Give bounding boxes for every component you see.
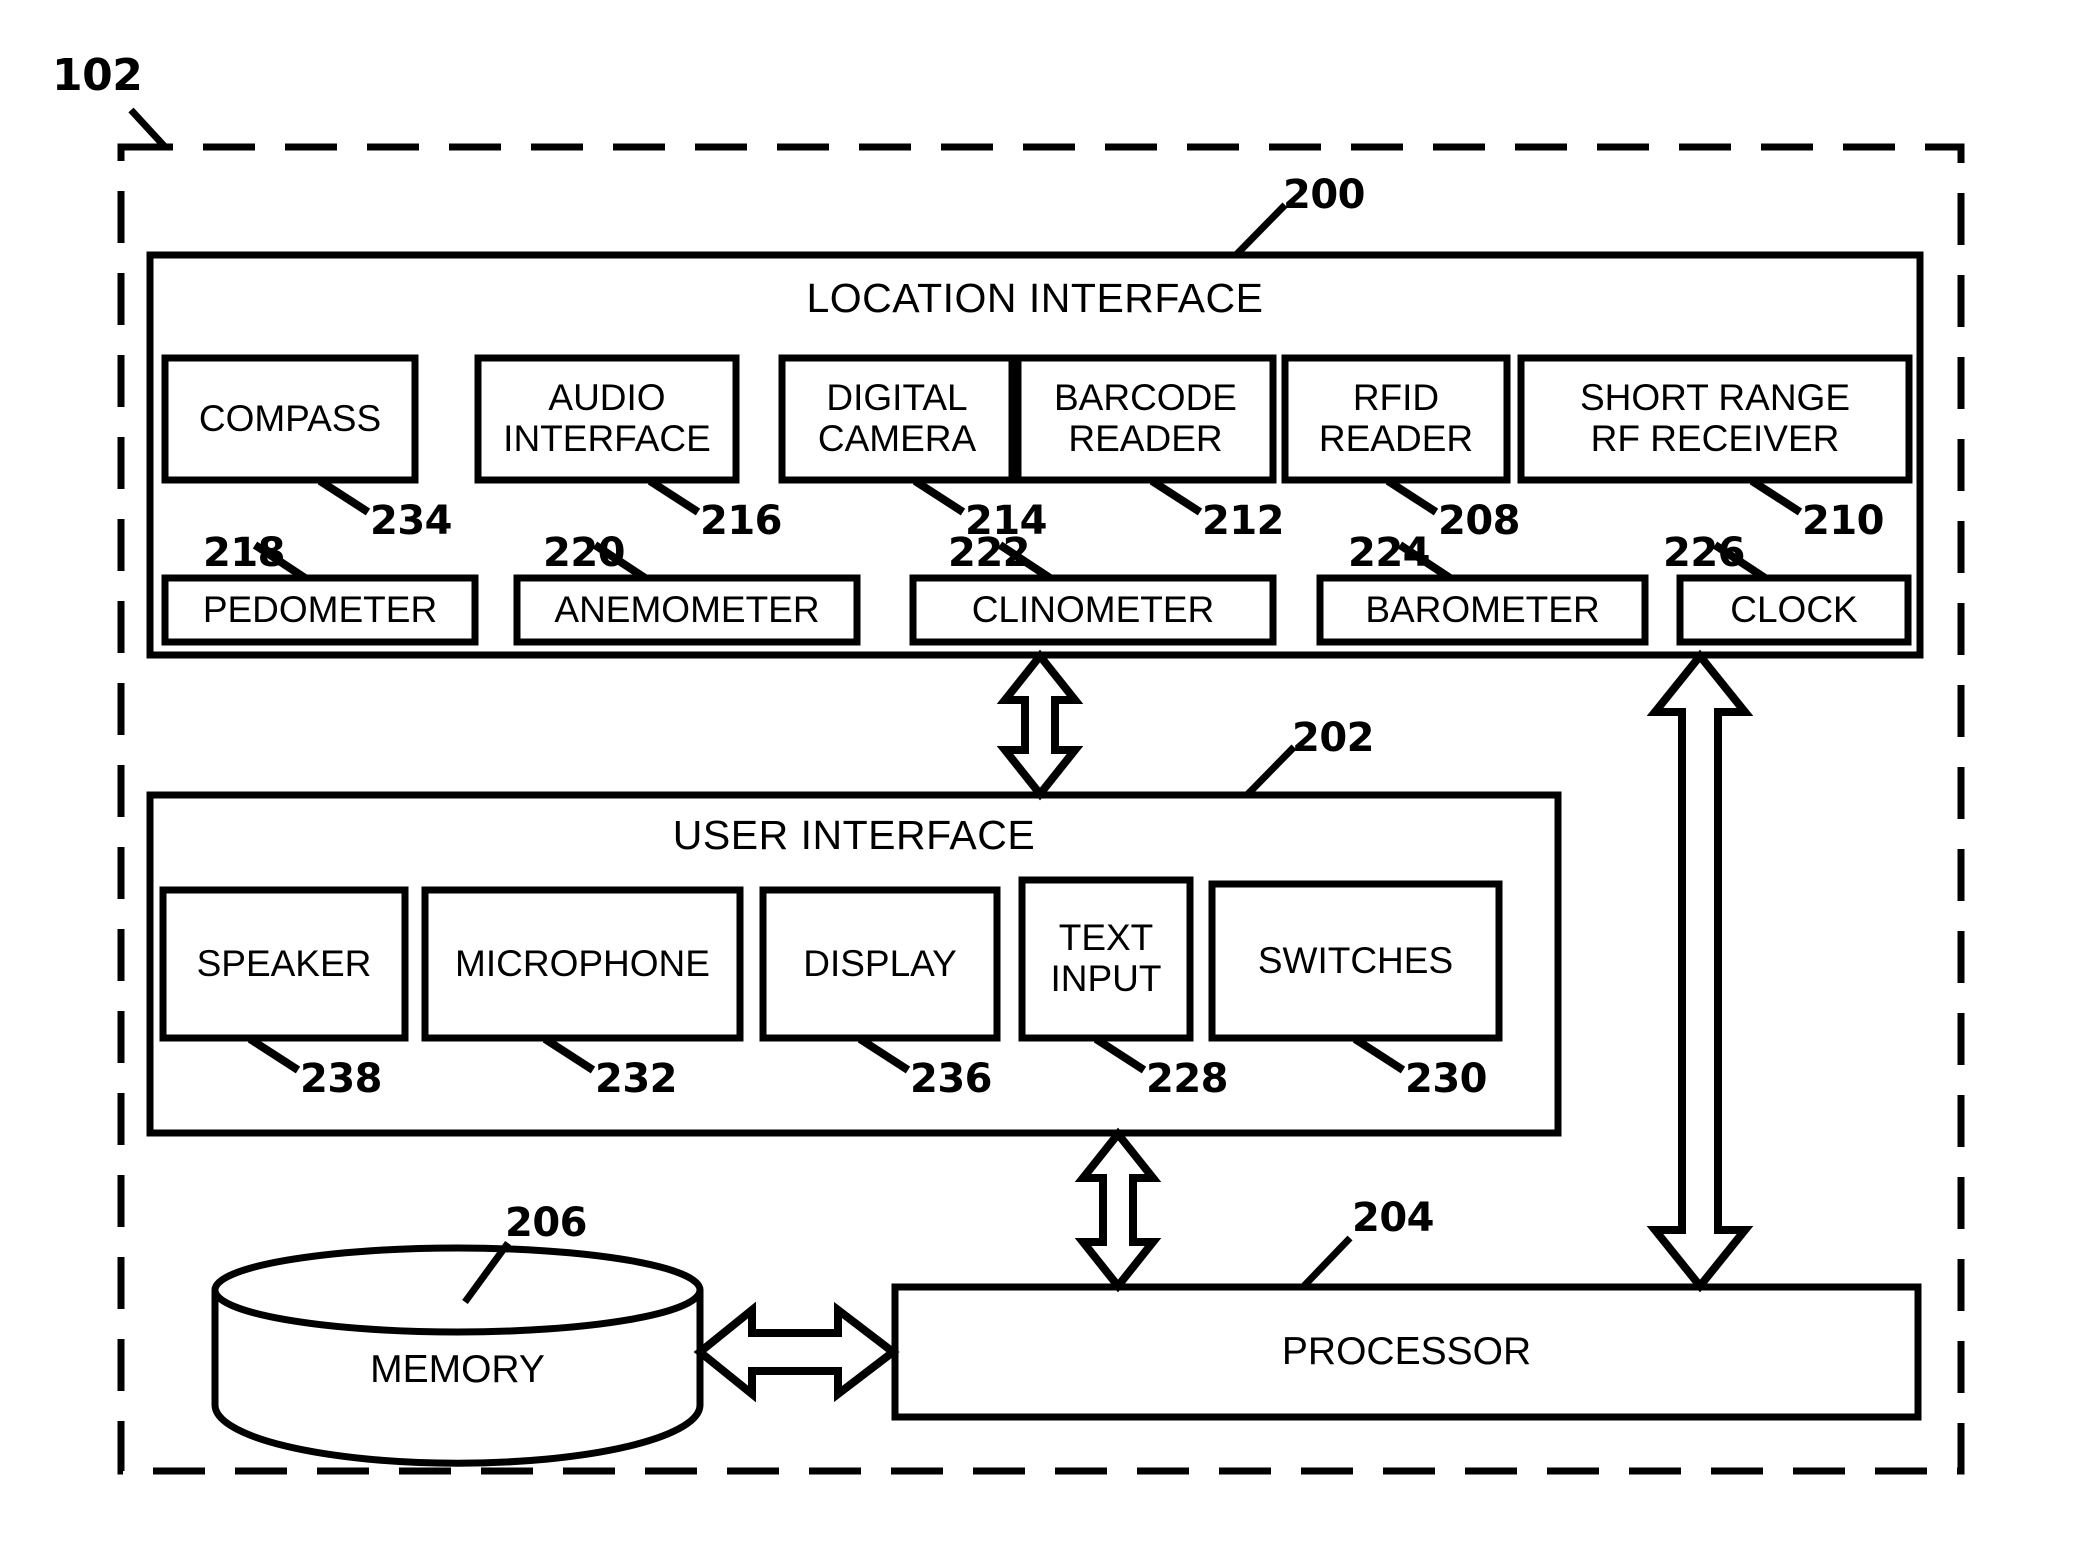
ref-102: 102	[52, 50, 143, 101]
label-compass: COMPASS	[198, 397, 382, 439]
leader-232	[542, 1035, 596, 1074]
ref-204: 204	[1352, 1195, 1435, 1241]
ref-212: 212	[1202, 498, 1285, 544]
ref-216: 216	[700, 498, 783, 544]
label-text-input: TEXT INPUT	[1050, 917, 1162, 999]
leader-204	[1299, 1235, 1353, 1291]
ref-206: 206	[505, 1200, 588, 1246]
ref-238: 238	[300, 1056, 383, 1102]
ref-226: 226	[1663, 530, 1746, 576]
label-barcode-reader: BARCODE READER	[1054, 377, 1237, 459]
leader-228	[1093, 1035, 1147, 1074]
ref-200: 200	[1283, 172, 1366, 218]
ref-224: 224	[1348, 530, 1431, 576]
label-audio-interface: AUDIO INTERFACE	[503, 377, 711, 459]
arrow-location-to-processor	[1646, 649, 1754, 1293]
leader-230	[1352, 1035, 1406, 1074]
label-short-range-rf-receiver: SHORT RANGE RF RECEIVER	[1579, 377, 1851, 459]
leader-234	[317, 477, 371, 516]
ref-222: 222	[948, 530, 1031, 576]
label-digital-camera: DIGITAL CAMERA	[817, 377, 977, 459]
user-interface-title: USER INTERFACE	[672, 812, 1036, 858]
label-clinometer: CLINOMETER	[971, 588, 1215, 630]
leader-236	[857, 1035, 911, 1074]
label-microphone: MICROPHONE	[455, 942, 710, 984]
ref-218: 218	[203, 530, 286, 576]
leader-208	[1385, 477, 1439, 516]
leader-200	[1232, 202, 1288, 259]
location-interface-title: LOCATION INTERFACE	[806, 275, 1264, 321]
ref-208: 208	[1438, 498, 1521, 544]
arrow-memory-to-processor	[693, 1301, 900, 1403]
arrow-user-to-processor	[1074, 1127, 1162, 1293]
leader-214b	[912, 477, 966, 516]
ref-228: 228	[1146, 1056, 1229, 1102]
label-memory: MEMORY	[370, 1347, 545, 1391]
label-rfid-reader: RFID READER	[1318, 377, 1474, 459]
ref-232: 232	[595, 1056, 678, 1102]
leader-210	[1749, 477, 1803, 516]
label-display: DISPLAY	[803, 942, 957, 984]
leader-212	[1149, 477, 1203, 516]
ref-202: 202	[1292, 715, 1375, 761]
label-clock: CLOCK	[1730, 588, 1858, 630]
leader-202	[1243, 744, 1297, 799]
ref-236: 236	[910, 1056, 993, 1102]
label-processor: PROCESSOR	[1281, 1329, 1532, 1373]
label-pedometer: PEDOMETER	[202, 588, 438, 630]
leader-102	[128, 107, 169, 151]
label-speaker: SPEAKER	[196, 942, 372, 984]
leader-238	[247, 1035, 301, 1074]
ref-230: 230	[1405, 1056, 1488, 1102]
label-anemometer: ANEMOMETER	[554, 588, 820, 630]
label-switches: SWITCHES	[1257, 939, 1454, 981]
ref-234: 234	[370, 498, 453, 544]
ref-220: 220	[543, 530, 626, 576]
patent-figure: 102 LOCATION INTERFACE 200 COMPASS AUDIO…	[0, 0, 2084, 1553]
label-barometer: BAROMETER	[1365, 588, 1600, 630]
ref-210: 210	[1802, 498, 1885, 544]
leader-216	[647, 477, 701, 516]
arrow-location-to-user	[996, 649, 1084, 801]
